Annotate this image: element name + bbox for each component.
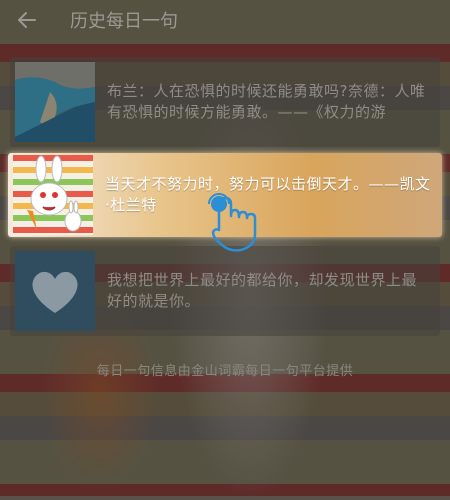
quote-text: 我想把世界上最好的都给你，却发现世界上最好的就是你。 xyxy=(107,271,418,310)
coastline-photo xyxy=(15,62,95,142)
quote-text: 当天才不努力时，努力可以击倒天才。——凯文·杜兰特 xyxy=(105,175,431,214)
quote-text: 布兰：人在恐惧的时候还能勇敢吗?奈德：人唯有恐惧的时候方能勇敢。——《权力的游 xyxy=(107,82,426,121)
rabbit-cartoon xyxy=(13,155,93,235)
list-item[interactable]: 我想把世界上最好的都给你，却发现世界上最好的就是你。 xyxy=(10,246,440,336)
source-footnote: 每日一句信息由金山词霸每日一句平台提供 xyxy=(96,364,354,379)
arrow-left-icon[interactable] xyxy=(16,9,38,31)
cloud-heart-photo xyxy=(15,251,95,331)
tap-hand-icon xyxy=(205,190,265,254)
list-item[interactable]: 布兰：人在恐惧的时候还能勇敢吗?奈德：人唯有恐惧的时候方能勇敢。——《权力的游 xyxy=(10,57,440,147)
app-bar: 历史每日一句 xyxy=(0,0,450,40)
page-title: 历史每日一句 xyxy=(70,11,178,32)
